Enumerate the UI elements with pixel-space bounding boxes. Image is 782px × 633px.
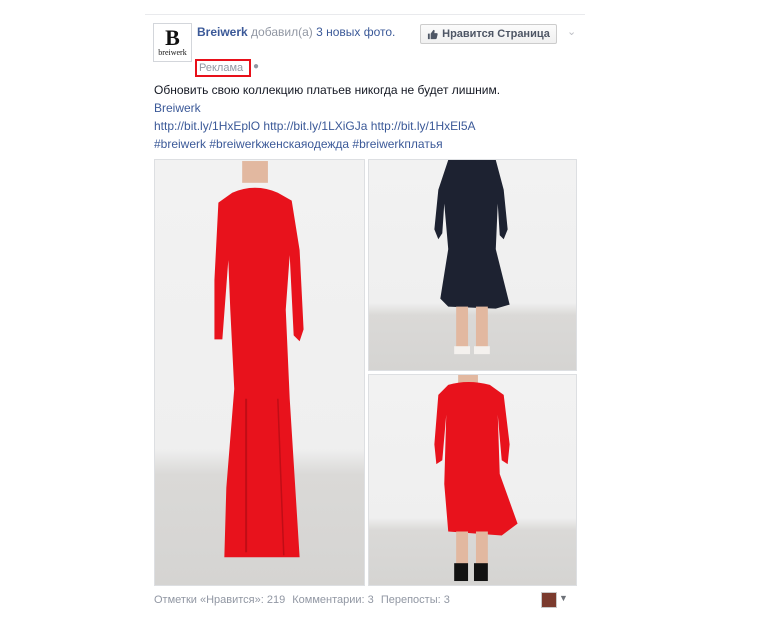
logo-text: breiwerk [158, 48, 187, 57]
hashtag-3[interactable]: #breiwerkплатья [352, 137, 442, 151]
post-message: Обновить свою коллекцию платьев никогда … [154, 83, 501, 97]
post-text: Обновить свою коллекцию платьев никогда … [154, 81, 574, 153]
like-page-button[interactable]: Нравится Страница [420, 24, 557, 44]
photos-link[interactable]: 3 новых фото. [316, 25, 395, 39]
post-header: Breiwerk добавил(а) 3 новых фото. [197, 24, 412, 40]
caret-down-icon[interactable]: ▼ [559, 593, 568, 603]
thumbs-up-icon [428, 29, 438, 39]
shares-count[interactable]: Перепосты: 3 [381, 594, 450, 606]
hashtag-2[interactable]: #breiwerkженскаяодежда [209, 137, 349, 151]
photo-red-long-dress[interactable] [154, 159, 365, 586]
page-avatar[interactable]: B breiwerk [153, 23, 192, 62]
dress-figure-3 [434, 375, 518, 582]
chevron-down-icon[interactable]: ⌄ [567, 25, 576, 38]
globe-icon: ● [253, 61, 260, 72]
hashtag-1[interactable]: #breiwerk [154, 137, 206, 151]
post-action-text: добавил(а) [251, 25, 313, 39]
brand-link[interactable]: Breiwerk [154, 101, 201, 115]
dress-figure-1 [214, 161, 304, 558]
photo-navy-dress[interactable] [368, 159, 577, 371]
photo-red-midi-dress[interactable] [368, 374, 577, 586]
short-link-3[interactable]: http://bit.ly/1HxEl5A [371, 119, 476, 133]
dress-figure-2 [434, 160, 510, 355]
sponsored-label[interactable]: Реклама [195, 59, 251, 77]
page-name-link[interactable]: Breiwerk [197, 25, 248, 39]
actor-selector-avatar[interactable] [541, 592, 557, 608]
short-link-1[interactable]: http://bit.ly/1HxEplO [154, 119, 260, 133]
like-page-label: Нравится Страница [442, 28, 550, 40]
logo-letter: B [165, 25, 180, 50]
post-stats: Отметки «Нравится»: 219 Комментарии: 3 П… [154, 594, 454, 606]
short-link-2[interactable]: http://bit.ly/1LXiGJa [263, 119, 367, 133]
comments-count[interactable]: Комментарии: 3 [292, 594, 374, 606]
likes-count[interactable]: Отметки «Нравится»: 219 [154, 594, 285, 606]
